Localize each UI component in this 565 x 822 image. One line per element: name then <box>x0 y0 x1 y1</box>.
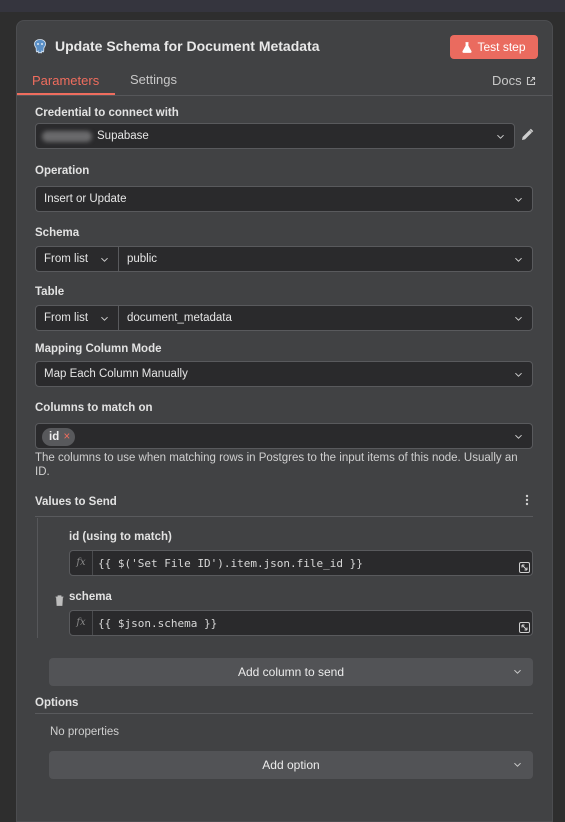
expression-text: {{ $json.schema }} <box>98 617 218 630</box>
table-mode-select[interactable]: From list <box>35 305 119 331</box>
expand-editor-icon[interactable] <box>519 622 530 633</box>
chevron-down-icon <box>515 257 522 262</box>
operation-select[interactable]: Insert or Update <box>35 186 533 212</box>
credential-value: Supabase <box>97 130 149 142</box>
external-link-icon <box>526 76 535 85</box>
chevron-down-icon <box>514 669 521 674</box>
test-step-button[interactable]: Test step <box>450 35 538 59</box>
operation-value: Insert or Update <box>44 193 127 205</box>
values-to-send-title: Values to Send <box>35 496 117 508</box>
more-options-icon[interactable] <box>525 494 529 506</box>
node-settings-panel: Update Schema for Document Metadata Test… <box>16 20 553 822</box>
redacted-credential-name <box>42 131 92 142</box>
docs-label: Docs <box>492 73 522 88</box>
chevron-down-icon <box>515 197 522 202</box>
mapping-mode-select[interactable]: Map Each Column Manually <box>35 361 533 387</box>
table-value-select[interactable]: document_metadata <box>119 305 533 331</box>
remove-chip-icon[interactable]: × <box>64 428 71 446</box>
fx-icon: fx <box>70 611 93 635</box>
options-title: Options <box>35 697 79 709</box>
fx-icon: fx <box>70 551 93 575</box>
value-row-label: schema <box>69 591 112 603</box>
add-column-label: Add column to send <box>237 665 345 679</box>
add-column-button[interactable]: Add column to send <box>49 658 533 686</box>
match-columns-label: Columns to match on <box>35 402 153 414</box>
match-columns-help: The columns to use when matching rows in… <box>35 452 518 478</box>
tab-parameters[interactable]: Parameters <box>32 73 99 88</box>
operation-label: Operation <box>35 165 90 177</box>
values-divider <box>35 516 533 517</box>
mapping-mode-value: Map Each Column Manually <box>44 368 188 380</box>
postgres-elephant-icon <box>34 39 46 54</box>
add-option-button[interactable]: Add option <box>49 751 533 779</box>
table-value: document_metadata <box>127 312 232 324</box>
credential-select[interactable]: Supabase <box>35 123 515 149</box>
panel-header: Update Schema for Document Metadata Test… <box>17 21 552 73</box>
edit-credential-pencil-icon[interactable] <box>520 128 534 142</box>
expression-text: {{ $('Set File ID').item.json.file_id }} <box>98 557 363 570</box>
add-option-label: Add option <box>262 758 320 772</box>
match-columns-select[interactable]: id × <box>35 423 533 449</box>
top-bar <box>0 0 565 12</box>
schema-mode-value: From list <box>44 253 89 265</box>
values-indent-line <box>37 518 38 638</box>
schema-value: public <box>127 253 158 265</box>
tab-settings[interactable]: Settings <box>130 72 177 87</box>
column-chip-id[interactable]: id × <box>42 428 76 446</box>
docs-link[interactable]: Docs <box>492 73 536 88</box>
chevron-down-icon <box>514 762 521 767</box>
flask-icon <box>462 41 473 53</box>
expression-input[interactable]: fx {{ $json.schema }} <box>69 610 533 636</box>
mapping-mode-label: Mapping Column Mode <box>35 343 162 355</box>
schema-label: Schema <box>35 227 80 239</box>
active-tab-indicator <box>17 93 115 95</box>
table-mode-value: From list <box>44 312 89 324</box>
chip-label: id <box>49 431 60 443</box>
options-divider <box>35 713 533 714</box>
chevron-down-icon <box>101 257 108 262</box>
no-properties-text: No properties <box>50 726 120 738</box>
schema-mode-select[interactable]: From list <box>35 246 119 272</box>
table-label: Table <box>35 286 65 298</box>
chevron-down-icon <box>515 316 522 321</box>
expression-input[interactable]: fx {{ $('Set File ID').item.json.file_id… <box>69 550 533 576</box>
test-step-label: Test step <box>477 40 526 54</box>
schema-value-select[interactable]: public <box>119 246 533 272</box>
chevron-down-icon <box>497 134 504 139</box>
expand-editor-icon[interactable] <box>519 562 530 573</box>
chevron-down-icon <box>101 316 108 321</box>
chevron-down-icon <box>515 434 522 439</box>
trash-icon[interactable] <box>55 595 64 606</box>
chevron-down-icon <box>515 372 522 377</box>
credential-label: Credential to connect with <box>35 107 179 119</box>
value-row-label: id (using to match) <box>69 531 172 543</box>
node-title: Update Schema for Document Metadata <box>55 38 320 54</box>
